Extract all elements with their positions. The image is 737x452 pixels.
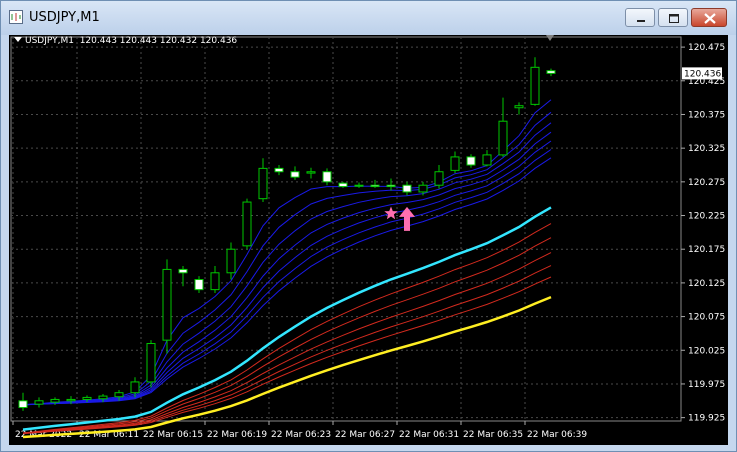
candle-body [194, 279, 204, 291]
candle-body [146, 343, 156, 383]
candle-body [338, 182, 348, 188]
candle-body [226, 248, 236, 274]
slow-ema-line [22, 265, 552, 434]
restore-icon [669, 14, 679, 23]
candle-body [434, 171, 444, 186]
candle-body [290, 171, 300, 178]
close-icon [704, 13, 716, 24]
candle-body [34, 400, 44, 405]
current-price-label: 120.436 [684, 69, 721, 79]
candle-body [322, 171, 332, 183]
price-axis-label: 119.925 [688, 414, 725, 424]
candle-body [50, 398, 60, 403]
candle-body [386, 184, 396, 188]
candle-body [514, 105, 524, 109]
price-axis-label: 120.325 [688, 144, 725, 154]
candle-body [546, 70, 556, 74]
minimize-icon [637, 20, 645, 22]
candle-body [498, 120, 508, 156]
dropdown-triangle-icon[interactable] [14, 37, 22, 42]
ohlc-values: 120.443 120.443 120.432 120.436 [79, 36, 238, 46]
chart-window-icon [9, 10, 23, 24]
candle-body [130, 381, 140, 394]
time-axis-label: 22 Mar 06:39 [527, 430, 587, 440]
candle-body [354, 184, 364, 187]
fast-ema-line [22, 140, 552, 406]
candle-body [418, 184, 428, 193]
price-axis-label: 120.025 [688, 346, 725, 356]
price-axis-label: 120.375 [688, 110, 725, 120]
symbol-label: USDJPY,M1 [25, 36, 74, 46]
price-axis-label: 120.475 [688, 43, 725, 53]
time-axis-label: 22 Mar 06:23 [271, 430, 331, 440]
candle-body [82, 396, 92, 400]
candle-body [114, 392, 124, 398]
slow-ema-line [22, 276, 552, 435]
window-title: USDJPY,M1 [29, 10, 100, 25]
price-chart[interactable]: 120.475 120.425 120.375 120.325 120.275 120.2… [9, 35, 728, 445]
candle-body [66, 398, 76, 402]
candle-body [274, 167, 284, 173]
price-axis-label: 120.225 [688, 212, 725, 222]
fast-ema-line [22, 149, 552, 406]
price-axis-label: 120.275 [688, 178, 725, 188]
candle-body [98, 395, 108, 400]
chart-canvas[interactable]: 120.475120.425120.375120.325120.275120.2… [9, 35, 728, 445]
candle-body [306, 171, 316, 174]
time-axis-label: 22 Mar 06:35 [463, 430, 523, 440]
slow-ema-line [22, 237, 552, 434]
yellow-ema-line [22, 295, 552, 439]
minimize-button[interactable] [625, 8, 655, 27]
signal-star-icon [384, 206, 398, 220]
candle-body [466, 156, 476, 166]
candle-body [482, 154, 492, 166]
candle-body [530, 66, 540, 105]
price-axis-label: 120.075 [688, 313, 725, 323]
chart-info-header: USDJPY,M1 120.443 120.443 120.432 120.43… [14, 36, 237, 46]
candle-body [178, 268, 188, 274]
fast-ema-line [22, 131, 552, 406]
candle-body [258, 167, 268, 200]
candle-body [242, 201, 252, 247]
candle-body [450, 156, 460, 171]
time-axis-label: 22 Mar 06:19 [207, 430, 267, 440]
candle-body [402, 184, 412, 193]
price-axis-label: 119.975 [688, 380, 725, 390]
maximize-button[interactable] [658, 8, 688, 27]
price-axis-label: 120.125 [688, 279, 725, 289]
slow-ema-line [22, 252, 552, 434]
time-axis-label: 22 Mar 06:27 [335, 430, 395, 440]
close-button[interactable] [691, 8, 727, 27]
candle-body [370, 184, 380, 188]
candle-body [162, 268, 172, 341]
mt4-chart-window: USDJPY,M1 120.475 120.425 120.375 120.325 12… [0, 0, 737, 452]
title-bar[interactable]: USDJPY,M1 [1, 1, 736, 35]
chart-shift-marker[interactable] [546, 35, 554, 41]
candle-body [18, 400, 28, 409]
price-axis-label: 120.175 [688, 245, 725, 255]
time-axis-label: 22 Mar 06:15 [143, 430, 203, 440]
time-axis-label: 22 Mar 06:31 [399, 430, 459, 440]
candle-body [210, 272, 220, 291]
